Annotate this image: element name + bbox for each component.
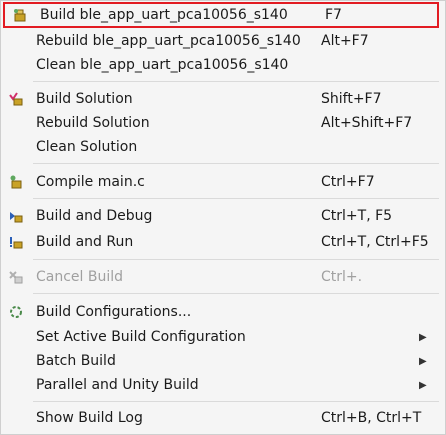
menu-separator	[33, 259, 439, 260]
menu-item-label: Rebuild Solution	[36, 115, 150, 131]
menu-item-label: Build ble_app_uart_pca10056_s140	[40, 7, 288, 23]
menu-item-label: Build Solution	[36, 91, 133, 107]
menu-item-shortcut: Ctrl+T, Ctrl+F5	[321, 234, 429, 250]
menu-item-label: Compile main.c	[36, 174, 145, 190]
menu-item-batch-build[interactable]: Batch Build ▶	[1, 349, 441, 373]
menu-item-rebuild-project[interactable]: Rebuild ble_app_uart_pca10056_s140 Alt+F…	[1, 29, 441, 53]
menu-item-build-and-debug[interactable]: Build and Debug Ctrl+T, F5	[1, 204, 441, 228]
build-and-run-icon	[8, 234, 24, 250]
menu-item-build-project[interactable]: Build ble_app_uart_pca10056_s140 F7	[3, 2, 439, 28]
menu-item-label: Show Build Log	[36, 410, 143, 426]
menu-item-clean-solution[interactable]: Clean Solution	[1, 135, 441, 159]
menu-item-cancel-build[interactable]: Cancel Build Ctrl+.	[1, 265, 441, 289]
menu-item-show-build-log[interactable]: Show Build Log Ctrl+B, Ctrl+T	[1, 406, 441, 430]
build-icon	[12, 7, 28, 23]
build-solution-icon	[8, 91, 24, 107]
menu-item-label: Rebuild ble_app_uart_pca10056_s140	[36, 33, 301, 49]
build-configurations-icon	[8, 304, 24, 320]
menu-item-shortcut: Alt+Shift+F7	[321, 115, 413, 131]
menu-item-shortcut: Shift+F7	[321, 91, 382, 107]
menu-item-shortcut: Ctrl+T, F5	[321, 208, 393, 224]
menu-item-compile[interactable]: Compile main.c Ctrl+F7	[1, 170, 441, 194]
menu-item-set-active-build-configuration[interactable]: Set Active Build Configuration ▶	[1, 325, 441, 349]
chevron-right-icon: ▶	[419, 355, 427, 367]
menu-item-shortcut: F7	[325, 7, 342, 23]
menu-item-label: Build and Run	[36, 234, 134, 250]
menu-separator	[33, 293, 439, 294]
menu-item-parallel-unity-build[interactable]: Parallel and Unity Build ▶	[1, 373, 441, 397]
build-and-debug-icon	[8, 208, 24, 224]
menu-separator	[33, 401, 439, 402]
menu-item-shortcut: Alt+F7	[321, 33, 369, 49]
menu-item-label: Build Configurations...	[36, 304, 192, 320]
menu-item-label: Clean ble_app_uart_pca10056_s140	[36, 57, 289, 73]
chevron-right-icon: ▶	[419, 379, 427, 391]
menu-item-rebuild-solution[interactable]: Rebuild Solution Alt+Shift+F7	[1, 111, 441, 135]
menu-item-shortcut: Ctrl+B, Ctrl+T	[321, 410, 422, 426]
chevron-right-icon: ▶	[419, 331, 427, 343]
menu-item-label: Set Active Build Configuration	[36, 329, 246, 345]
menu-item-shortcut: Ctrl+.	[321, 269, 363, 285]
menu-item-build-and-run[interactable]: Build and Run Ctrl+T, Ctrl+F5	[1, 230, 441, 254]
menu-item-shortcut: Ctrl+F7	[321, 174, 375, 190]
menu-item-clean-project[interactable]: Clean ble_app_uart_pca10056_s140	[1, 53, 441, 77]
menu-item-label: Build and Debug	[36, 208, 153, 224]
menu-item-label: Clean Solution	[36, 139, 138, 155]
menu-item-label: Parallel and Unity Build	[36, 377, 199, 393]
menu-separator	[33, 163, 439, 164]
build-menu: Build ble_app_uart_pca10056_s140 F7 Rebu…	[0, 0, 446, 435]
menu-separator	[33, 81, 439, 82]
menu-item-build-solution[interactable]: Build Solution Shift+F7	[1, 87, 441, 111]
menu-item-label: Cancel Build	[36, 269, 124, 285]
menu-separator	[33, 198, 439, 199]
compile-icon	[8, 174, 24, 190]
menu-item-build-configurations[interactable]: Build Configurations...	[1, 300, 441, 324]
cancel-build-icon	[8, 269, 24, 285]
menu-item-label: Batch Build	[36, 353, 116, 369]
